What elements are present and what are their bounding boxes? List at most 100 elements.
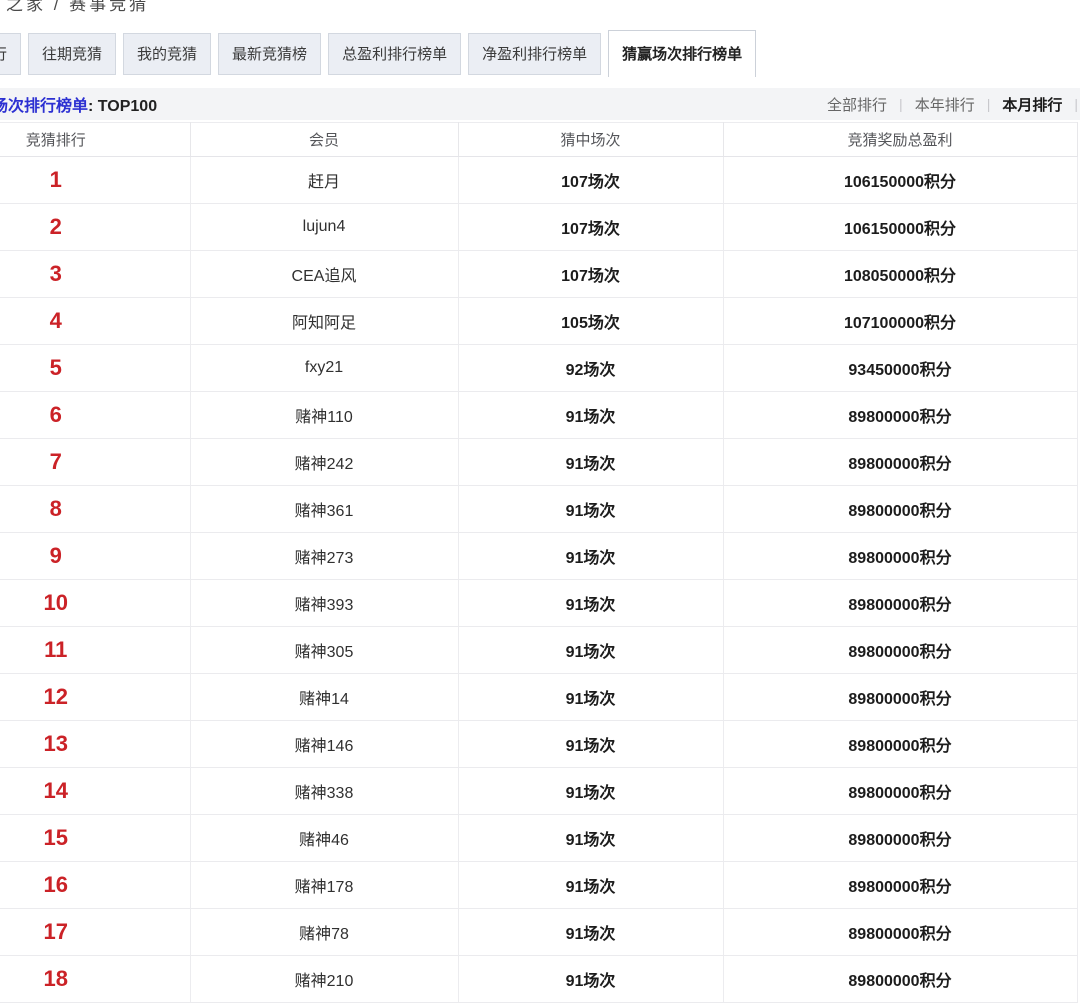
tab[interactable]: 往期竞猜 [28,33,116,75]
matches-cell: 91场次 [458,486,723,533]
table-row: 4 阿知阿足 105场次 107100000积分 [0,298,1077,345]
member-cell: 赌神46 [190,815,458,862]
points-cell: 89800000积分 [723,486,1077,533]
matches-cell: 91场次 [458,392,723,439]
points-cell: 89800000积分 [723,815,1077,862]
points-cell: 108050000积分 [723,251,1077,298]
leaderboard: 竞猜排行会员猜中场次竞猜奖励总盈利 1 赶月 107场次 106150000积分… [0,122,1078,1003]
rank-cell: 10 [0,580,190,627]
points-cell: 89800000积分 [723,392,1077,439]
filter-option[interactable]: 本月排行 [990,94,1074,115]
breadcrumb[interactable]: 之家 / 赛事竞猜 [6,0,149,15]
rank-cell: 18 [0,956,190,1003]
rank-cell: 3 [0,251,190,298]
points-cell: 89800000积分 [723,862,1077,909]
matches-cell: 91场次 [458,721,723,768]
points-cell: 89800000积分 [723,721,1077,768]
table-row: 11 赌神305 91场次 89800000积分 [0,627,1077,674]
matches-cell: 107场次 [458,157,723,204]
matches-cell: 91场次 [458,439,723,486]
column-header: 竞猜奖励总盈利 [723,123,1077,157]
points-cell: 89800000积分 [723,909,1077,956]
matches-cell: 91场次 [458,674,723,721]
points-cell: 89800000积分 [723,580,1077,627]
rank-cell: 1 [0,157,190,204]
rank-cell: 6 [0,392,190,439]
rank-cell: 14 [0,768,190,815]
page-title: 场次排行榜单: TOP100 [0,92,157,116]
filter-option[interactable]: 全部排行 [815,94,899,115]
filter-divider: | [1074,96,1078,112]
member-cell: 赌神273 [190,533,458,580]
member-cell: 赌神210 [190,956,458,1003]
member-cell: 赌神78 [190,909,458,956]
table-row: 8 赌神361 91场次 89800000积分 [0,486,1077,533]
member-cell: 赌神178 [190,862,458,909]
matches-cell: 91场次 [458,580,723,627]
table-row: 1 赶月 107场次 106150000积分 [0,157,1077,204]
column-header: 猜中场次 [458,123,723,157]
rank-period-filters: 全部排行|本年排行|本月排行| [815,94,1080,115]
member-cell: 赌神110 [190,392,458,439]
tab[interactable]: 我的竞猜 [123,33,211,75]
rank-cell: 15 [0,815,190,862]
table-row: 3 CEA追风 107场次 108050000积分 [0,251,1077,298]
page-title-count: : TOP100 [88,98,157,115]
rank-cell: 12 [0,674,190,721]
column-header: 会员 [190,123,458,157]
points-cell: 89800000积分 [723,768,1077,815]
member-cell: 赌神393 [190,580,458,627]
table-row: 9 赌神273 91场次 89800000积分 [0,533,1077,580]
points-cell: 107100000积分 [723,298,1077,345]
table-row: 7 赌神242 91场次 89800000积分 [0,439,1077,486]
matches-cell: 107场次 [458,204,723,251]
column-header: 竞猜排行 [0,123,190,157]
points-cell: 89800000积分 [723,533,1077,580]
member-cell: 赌神14 [190,674,458,721]
points-cell: 89800000积分 [723,627,1077,674]
table-row: 2 lujun4 107场次 106150000积分 [0,204,1077,251]
table-row: 6 赌神110 91场次 89800000积分 [0,392,1077,439]
filter-option[interactable]: 本年排行 [903,94,987,115]
rank-cell: 11 [0,627,190,674]
leaderboard-table: 竞猜排行会员猜中场次竞猜奖励总盈利 1 赶月 107场次 106150000积分… [0,122,1078,1003]
points-cell: 89800000积分 [723,439,1077,486]
rank-cell: 8 [0,486,190,533]
table-row: 13 赌神146 91场次 89800000积分 [0,721,1077,768]
member-cell: 赌神242 [190,439,458,486]
rank-cell: 5 [0,345,190,392]
table-header-row: 竞猜排行会员猜中场次竞猜奖励总盈利 [0,123,1077,157]
table-row: 10 赌神393 91场次 89800000积分 [0,580,1077,627]
table-row: 14 赌神338 91场次 89800000积分 [0,768,1077,815]
matches-cell: 91场次 [458,815,723,862]
matches-cell: 91场次 [458,862,723,909]
points-cell: 89800000积分 [723,674,1077,721]
table-row: 17 赌神78 91场次 89800000积分 [0,909,1077,956]
rank-cell: 16 [0,862,190,909]
member-cell: 赶月 [190,157,458,204]
matches-cell: 91场次 [458,956,723,1003]
matches-cell: 91场次 [458,768,723,815]
table-row: 15 赌神46 91场次 89800000积分 [0,815,1077,862]
rank-cell: 9 [0,533,190,580]
points-cell: 89800000积分 [723,956,1077,1003]
table-row: 18 赌神210 91场次 89800000积分 [0,956,1077,1003]
matches-cell: 91场次 [458,627,723,674]
tab[interactable]: 净盈利排行榜单 [468,33,601,75]
matches-cell: 91场次 [458,533,723,580]
member-cell: 赌神361 [190,486,458,533]
rank-cell: 7 [0,439,190,486]
member-cell: 赌神305 [190,627,458,674]
tab[interactable]: 最新竞猜榜 [218,33,321,75]
table-row: 16 赌神178 91场次 89800000积分 [0,862,1077,909]
rank-cell: 2 [0,204,190,251]
tab[interactable]: 猜赢场次排行榜单 [608,30,756,77]
tab[interactable]: 行 [0,33,21,75]
matches-cell: 107场次 [458,251,723,298]
table-body: 1 赶月 107场次 106150000积分 2 lujun4 107场次 10… [0,157,1077,1003]
page-title-highlight: 场次排行榜单 [0,98,88,115]
tab[interactable]: 总盈利排行榜单 [328,33,461,75]
table-row: 12 赌神14 91场次 89800000积分 [0,674,1077,721]
matches-cell: 105场次 [458,298,723,345]
member-cell: 赌神338 [190,768,458,815]
